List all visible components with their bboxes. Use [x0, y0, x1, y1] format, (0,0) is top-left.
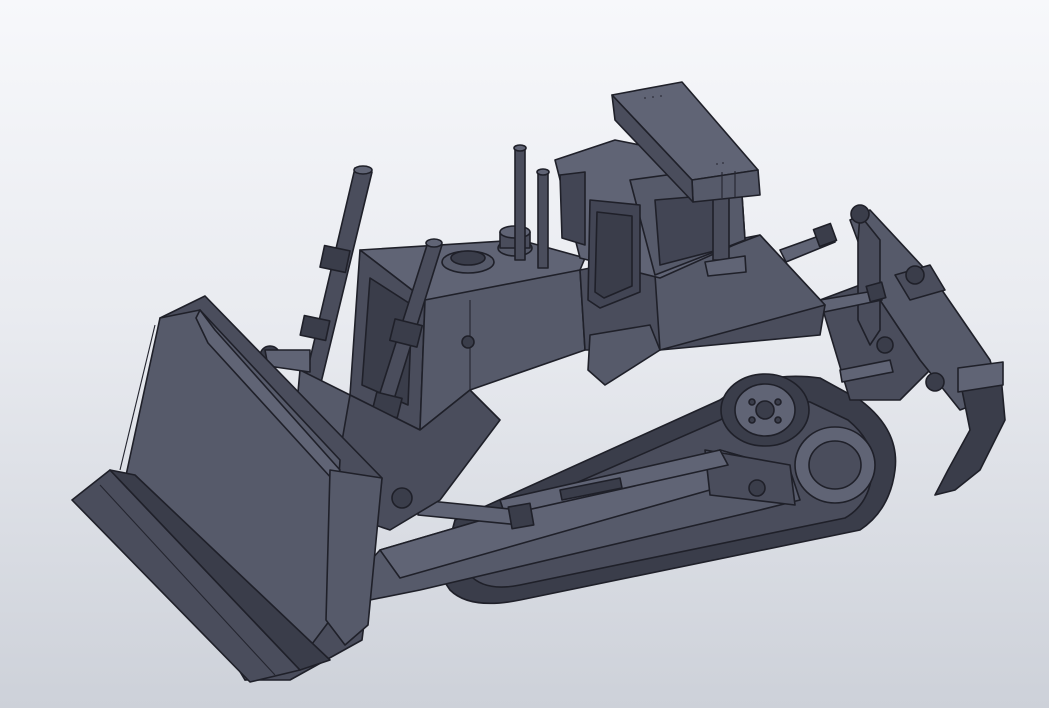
dozer-blade	[71, 295, 383, 683]
front-idler-wheel	[794, 426, 876, 504]
radiator-cap	[441, 250, 495, 274]
cad-3d-viewport[interactable]	[0, 0, 1049, 708]
drive-sprocket	[720, 373, 810, 447]
bulldozer-model[interactable]	[0, 0, 1049, 708]
